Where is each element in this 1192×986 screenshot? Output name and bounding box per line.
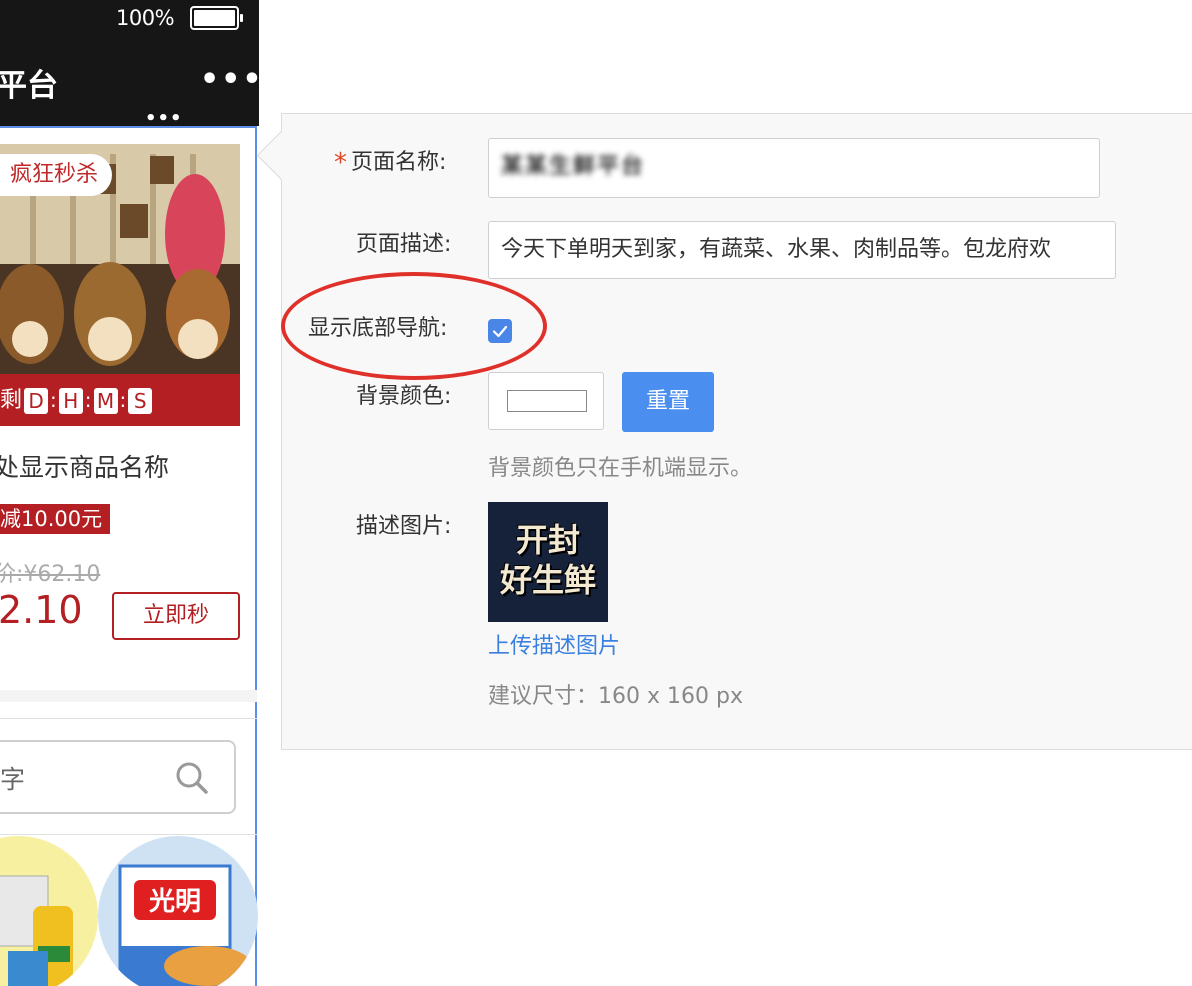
guangming-milk-bread-icon: 光明 — [98, 836, 258, 986]
countdown-minutes: M — [93, 388, 118, 414]
battery-percent: 100% — [116, 6, 175, 30]
desc-image-label: 描述图片: — [356, 514, 452, 539]
discount-tag: 减10.00元 — [0, 504, 111, 534]
page-name-label: * 页面名称: — [334, 148, 447, 178]
page-title: 平台 — [0, 68, 58, 104]
buy-now-button[interactable]: 立即秒 — [112, 592, 240, 640]
section-separator — [0, 690, 257, 702]
category-item-milk[interactable]: 光明 — [98, 836, 258, 986]
sale-price: 2.10 — [0, 588, 83, 632]
product-name: 处显示商品名称 — [0, 453, 170, 482]
more-icon[interactable]: ••• — [200, 62, 259, 97]
countdown-bar: 仅剩D:H:M:S — [0, 374, 240, 426]
bg-color-label: 背景颜色: — [356, 384, 452, 409]
description-image[interactable]: 开封 好生鲜 — [488, 502, 608, 622]
color-swatch[interactable] — [507, 390, 587, 412]
phone-header: 100% 平台 ••• ••• — [0, 0, 259, 129]
countdown-label: 仅剩 — [0, 388, 23, 413]
upload-image-link[interactable]: 上传描述图片 — [488, 628, 620, 660]
page-name-value: 某某生鲜平台 — [501, 154, 646, 179]
divider — [0, 718, 257, 719]
battery-icon — [190, 6, 243, 30]
page-desc-label: 页面描述: — [356, 232, 452, 257]
reset-button[interactable]: 重置 — [622, 372, 714, 432]
size-hint: 建议尺寸：160 x 160 px — [488, 684, 743, 709]
page-name-input[interactable]: 某某生鲜平台 — [488, 138, 1100, 198]
countdown-seconds: S — [128, 388, 153, 414]
page-desc-input[interactable]: 今天下单明天到家，有蔬菜、水果、肉制品等。包龙府欢 — [488, 221, 1116, 279]
search-placeholder: 字 — [0, 765, 26, 794]
description-image-text: 开封 好生鲜 — [499, 521, 596, 599]
annotation-circle — [281, 272, 547, 380]
countdown-hours: H — [58, 388, 83, 414]
mobile-preview: 100% 平台 ••• ••• 疯狂秒杀 剩 D: H: M: S 处显示… — [0, 0, 259, 986]
search-icon[interactable] — [174, 760, 210, 796]
required-mark: * — [334, 148, 347, 178]
page-desc-value: 今天下单明天到家，有蔬菜、水果、肉制品等。包龙府欢 — [501, 237, 1052, 262]
flash-sale-badge: 疯狂秒杀 — [0, 154, 113, 196]
brand-text: 光明 — [148, 887, 201, 917]
countdown-days: D — [24, 388, 49, 414]
page-settings-panel — [281, 113, 1192, 750]
bg-color-hint: 背景颜色只在手机端显示。 — [488, 456, 753, 481]
original-price: 价:¥62.10 — [0, 562, 101, 587]
divider — [0, 834, 257, 835]
